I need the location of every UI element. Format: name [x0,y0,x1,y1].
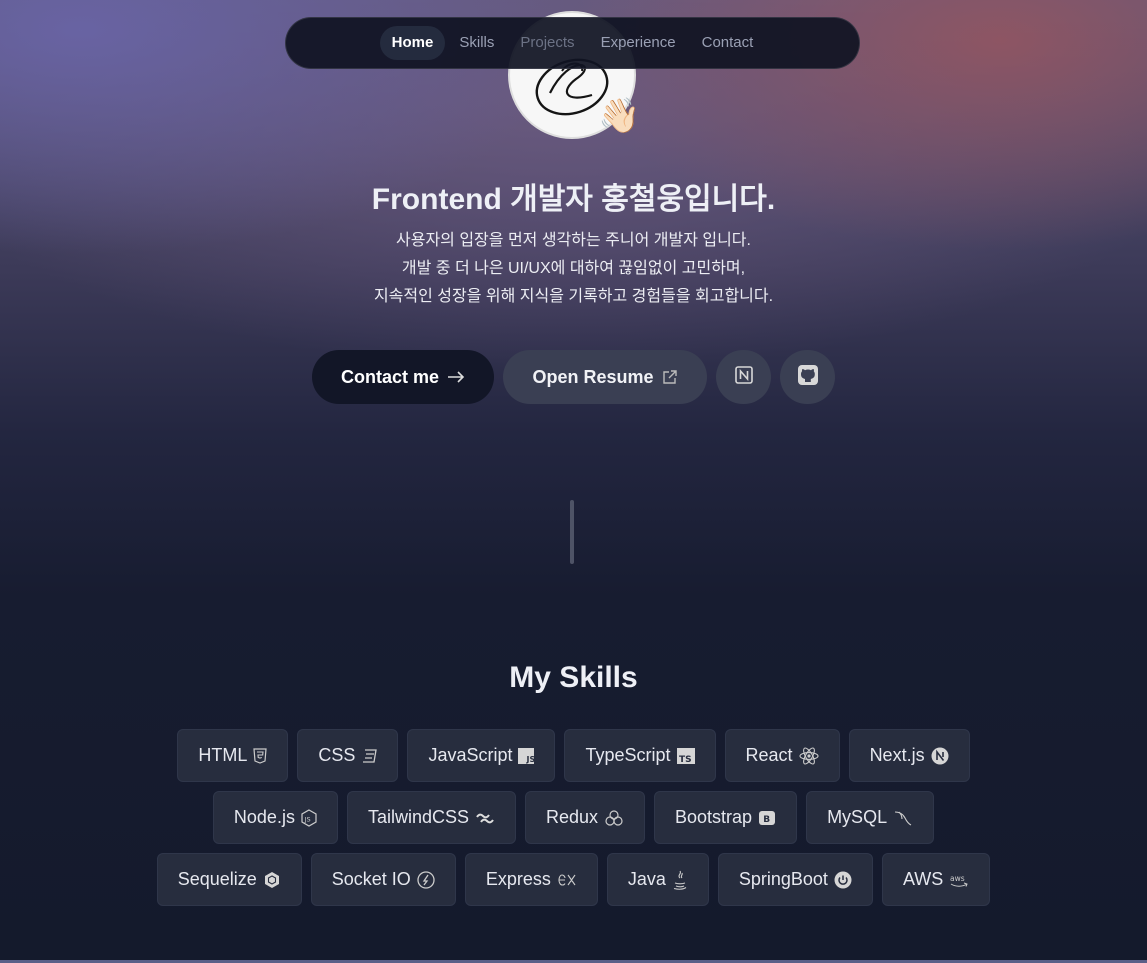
css3-icon [361,748,378,763]
notion-button[interactable] [716,350,771,404]
contact-me-label: Contact me [340,366,439,387]
skill-label: HTML [198,745,248,765]
skill-label: Java [627,869,666,889]
svg-text:aws: aws [950,874,965,883]
skill-label: MySQL [827,807,888,827]
waving-hand-icon: 👋🏻 [598,97,641,135]
nodejs-icon: JS [301,808,317,827]
skill-row: HTML CSS JavaScript JS TypeScript TS React… [0,729,1147,782]
svg-text:JS: JS [526,755,535,764]
skill-label: SpringBoot [738,869,828,889]
skill-chip-react: React [724,729,840,782]
skill-row: Node.js JS TailwindCSS Redux Bootstrap B M… [0,791,1147,844]
skills-grid: HTML CSS JavaScript JS TypeScript TS React… [0,729,1147,915]
skill-label: Redux [545,807,599,827]
skill-label: Bootstrap [675,807,753,827]
external-link-icon [662,369,678,385]
hero-intro: 사용자의 입장을 먼저 생각하는 주니어 개발자 입니다. 개발 중 더 나은 … [0,227,1147,311]
skill-label: Express [485,869,551,889]
skill-label: React [745,745,793,765]
tailwind-icon [475,812,495,824]
skill-chip-express: Express [464,853,598,906]
react-icon [799,746,819,765]
skill-chip-tailwindcss: TailwindCSS [346,791,516,844]
skill-label: JavaScript [428,745,513,765]
intro-line: 개발 중 더 나은 UI/UX에 대하여 끊임없이 고민하며, [401,260,746,277]
nav-projects[interactable]: Projects [508,26,586,60]
hero-actions: Contact me Open Resume [0,350,1147,404]
skill-chip-html: HTML [177,729,289,782]
java-icon [672,870,688,890]
skill-chip-socketio: Socket IO [310,853,456,906]
skill-chip-nodejs: Node.js JS [212,791,338,844]
open-resume-label: Open Resume [532,366,654,387]
github-button[interactable] [780,350,835,404]
open-resume-button[interactable]: Open Resume [503,350,707,404]
scroll-indicator [570,500,574,564]
skill-chip-aws: AWS aws [881,853,991,906]
html5-icon [253,747,268,764]
skill-chip-nextjs: Next.js [848,729,970,782]
skill-chip-javascript: JavaScript JS [407,729,556,782]
socketio-icon [417,870,435,889]
skill-label: CSS [318,745,356,765]
skill-chip-redux: Redux [524,791,646,844]
nav-home[interactable]: Home [379,26,446,60]
skill-label: Node.js [233,807,295,827]
js-icon: JS [518,747,535,764]
skill-chip-sequelize: Sequelize [156,853,302,906]
bootstrap-icon: B [758,810,776,826]
skill-label: TypeScript [585,745,671,765]
top-navigation: Home Skills Projects Experience Contact [285,17,860,69]
intro-line: 지속적인 성장을 위해 지식을 기록하고 경험들을 회고합니다. [373,288,774,305]
nav-contact[interactable]: Contact [690,26,766,60]
skills-title: My Skills [509,661,638,694]
skill-chip-java: Java [606,853,709,906]
sequelize-icon [263,871,281,889]
svg-text:B: B [763,815,770,825]
skill-chip-css: CSS [297,729,399,782]
svg-text:TS: TS [679,755,692,764]
skill-chip-mysql: MySQL [806,791,935,844]
hero-title: Frontend 개발자 홍철웅입니다. [371,183,776,216]
nav-experience[interactable]: Experience [589,26,688,60]
express-icon [557,873,577,887]
skill-chip-bootstrap: Bootstrap B [654,791,798,844]
nextjs-icon [931,747,949,765]
aws-icon: aws [949,872,969,888]
github-icon [797,364,819,391]
skill-label: Next.js [869,745,925,765]
skill-label: Socket IO [331,869,411,889]
skill-label: AWS [902,869,944,889]
skill-chip-springboot: SpringBoot [717,853,873,906]
contact-me-button[interactable]: Contact me [312,350,494,404]
svg-text:JS: JS [304,815,311,823]
skill-chip-typescript: TypeScript TS [564,729,716,782]
arrow-right-icon [447,370,465,384]
skill-label: TailwindCSS [367,807,469,827]
mysql-icon [893,809,913,827]
notion-icon [734,365,754,390]
skill-label: Sequelize [177,869,257,889]
springboot-icon [834,871,852,889]
nav-skills[interactable]: Skills [447,26,506,60]
ts-icon: TS [676,747,695,764]
skill-row: Sequelize Socket IO Express Java SpringB… [0,853,1147,906]
intro-line: 사용자의 입장을 먼저 생각하는 주니어 개발자 입니다. [396,232,751,249]
redux-icon [604,809,624,827]
